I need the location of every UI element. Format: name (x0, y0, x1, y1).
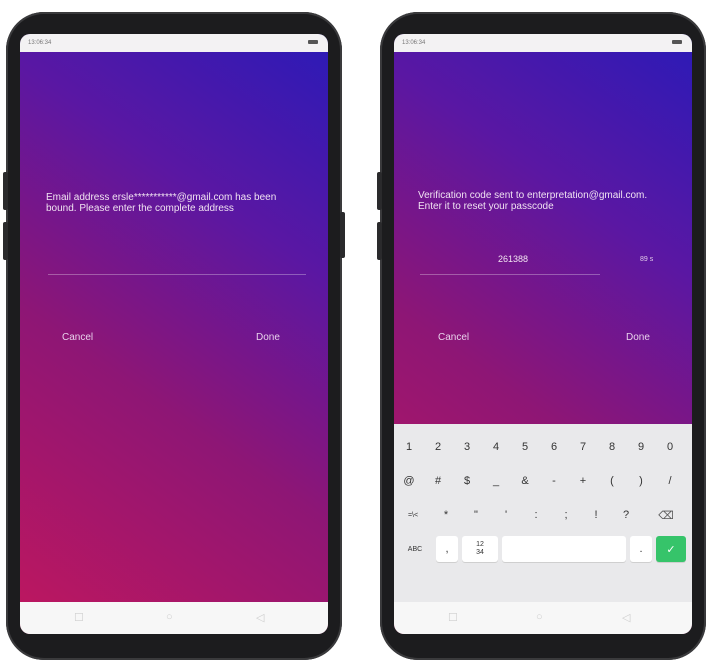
home-icon[interactable]: ○ (166, 611, 173, 623)
battery-icon (308, 40, 318, 44)
key-8[interactable]: 8 (601, 434, 623, 460)
key-9[interactable]: 9 (630, 434, 652, 460)
power-button (340, 212, 345, 258)
comma-key[interactable]: , (436, 536, 458, 562)
volume-button (3, 222, 8, 260)
key-plus[interactable]: + (572, 468, 594, 494)
status-bar: 13:06:34 (20, 34, 328, 52)
status-time: 13:06:34 (28, 40, 52, 46)
email-bound-message: Email address ersle***********@gmail.com… (46, 192, 277, 214)
key-4[interactable]: 4 (485, 434, 507, 460)
key-at[interactable]: @ (398, 468, 420, 494)
key-double-quote[interactable]: " (464, 502, 488, 528)
key-question[interactable]: ? (614, 502, 638, 528)
phone-frame-left: 13:06:34 Email address ersle***********@… (3, 12, 345, 660)
cancel-button[interactable]: Cancel (62, 332, 93, 343)
key-3[interactable]: 3 (456, 434, 478, 460)
battery-icon (672, 40, 682, 44)
key-open-paren[interactable]: ( (601, 468, 623, 494)
status-bar: 13:06:34 (394, 34, 692, 52)
key-ampersand[interactable]: & (514, 468, 536, 494)
key-6[interactable]: 6 (543, 434, 565, 460)
navigation-bar: ☐ ○ ◁ (20, 602, 328, 634)
email-input-field[interactable] (48, 274, 306, 275)
key-underscore[interactable]: _ (485, 468, 507, 494)
code-input-underline (420, 274, 600, 275)
key-colon[interactable]: : (524, 502, 548, 528)
key-dollar[interactable]: $ (456, 468, 478, 494)
recent-apps-icon[interactable]: ☐ (74, 611, 84, 624)
resend-countdown: 89 s (640, 256, 654, 263)
key-5[interactable]: 5 (514, 434, 536, 460)
back-icon[interactable]: ◁ (256, 611, 264, 624)
phone-frame-right: 13:06:34 Verification code sent to enter… (377, 12, 706, 660)
key-semicolon[interactable]: ; (554, 502, 578, 528)
key-7[interactable]: 7 (572, 434, 594, 460)
key-hash[interactable]: # (427, 468, 449, 494)
key-symbols[interactable]: =\< (398, 502, 428, 528)
navigation-bar: ☐ ○ ◁ (394, 602, 692, 634)
volume-button (377, 222, 382, 260)
status-time: 13:06:34 (402, 40, 426, 46)
back-icon[interactable]: ◁ (622, 611, 630, 624)
recent-apps-icon[interactable]: ☐ (448, 611, 458, 624)
check-icon[interactable]: ✓ (656, 536, 686, 562)
key-close-paren[interactable]: ) (630, 468, 652, 494)
key-slash[interactable]: / (659, 468, 681, 494)
key-1[interactable]: 1 (398, 434, 420, 460)
key-minus[interactable]: - (543, 468, 565, 494)
verification-code-input[interactable]: 261388 (498, 254, 528, 264)
numpad-key[interactable]: 12 34 (462, 536, 498, 562)
key-2[interactable]: 2 (427, 434, 449, 460)
verification-message: Verification code sent to enterpretation… (418, 190, 648, 212)
volume-button (3, 172, 8, 210)
cancel-button[interactable]: Cancel (438, 332, 469, 343)
home-icon[interactable]: ○ (536, 611, 543, 623)
screen-right: 13:06:34 Verification code sent to enter… (394, 34, 692, 634)
done-button[interactable]: Done (626, 332, 650, 343)
abc-key[interactable]: ABC (398, 536, 432, 562)
done-button[interactable]: Done (256, 332, 280, 343)
key-asterisk[interactable]: * (434, 502, 458, 528)
backspace-icon[interactable]: ⌫ (650, 502, 682, 528)
volume-button (377, 172, 382, 210)
numeric-keyboard: 1 2 3 4 5 6 7 8 9 0 @ # $ _ & - + ( ) / … (394, 424, 692, 616)
space-key[interactable] (502, 536, 626, 562)
key-0[interactable]: 0 (659, 434, 681, 460)
period-key[interactable]: . (630, 536, 652, 562)
key-single-quote[interactable]: ' (494, 502, 518, 528)
screen-left: 13:06:34 Email address ersle***********@… (20, 34, 328, 634)
key-exclamation[interactable]: ! (584, 502, 608, 528)
